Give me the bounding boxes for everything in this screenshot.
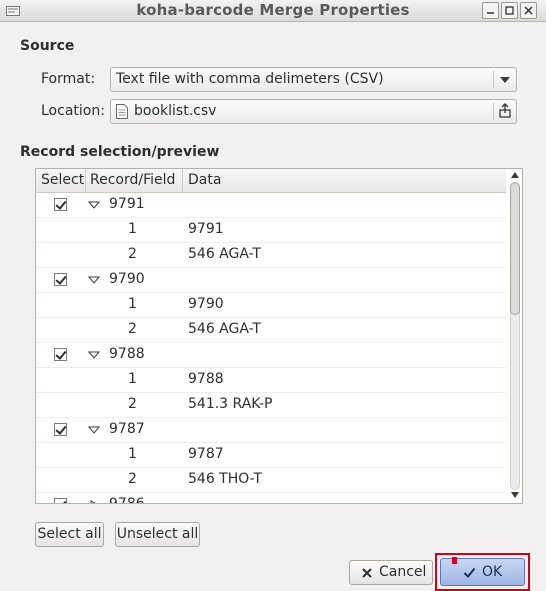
field-data: 9788 xyxy=(188,371,224,387)
select-checkbox[interactable] xyxy=(54,498,67,503)
unselect-all-button[interactable]: Unselect all xyxy=(115,522,200,547)
field-data: 9791 xyxy=(188,221,224,237)
highlight-marker xyxy=(452,557,457,564)
field-data: 9790 xyxy=(188,296,224,312)
record-id: 9790 xyxy=(109,271,145,287)
ok-label: OK xyxy=(482,564,503,580)
location-label: Location: xyxy=(41,103,105,119)
tree-field-row[interactable]: 2 546 THO-T xyxy=(36,468,506,493)
tree-field-row[interactable]: 2 541.3 RAK-P xyxy=(36,393,506,418)
select-checkbox[interactable] xyxy=(54,273,67,286)
scroll-up-icon[interactable] xyxy=(510,171,520,179)
tree-record-row[interactable]: 9786 xyxy=(36,493,506,504)
close-icon xyxy=(524,6,533,15)
field-number: 1 xyxy=(128,446,137,462)
open-file-icon[interactable] xyxy=(494,100,516,123)
tree-header: Select Record/Field Data xyxy=(36,169,506,193)
tree-field-row[interactable]: 2 546 AGA-T xyxy=(36,243,506,268)
collapse-triangle-icon[interactable] xyxy=(88,350,100,360)
format-dropdown[interactable]: Text file with comma delimeters (CSV) xyxy=(110,67,517,92)
location-value: booklist.csv xyxy=(134,103,217,119)
record-tree-view[interactable]: Select Record/Field Data 9791 1 9791 2 546 A… xyxy=(35,168,523,504)
column-record-field[interactable]: Record/Field xyxy=(90,172,175,188)
window-title: koha-barcode Merge Properties xyxy=(136,1,410,19)
tree-record-row[interactable]: 9790 xyxy=(36,268,506,293)
field-number: 2 xyxy=(128,321,137,337)
location-file-chooser[interactable]: booklist.csv xyxy=(110,99,517,124)
tree-field-row[interactable]: 1 9788 xyxy=(36,368,506,393)
expand-triangle-icon[interactable] xyxy=(88,500,100,504)
column-divider xyxy=(182,169,183,192)
record-id: 9786 xyxy=(109,496,145,504)
cancel-button[interactable]: Cancel xyxy=(349,560,433,585)
title-bar[interactable]: koha-barcode Merge Properties xyxy=(0,0,546,22)
maximize-button[interactable] xyxy=(501,2,518,19)
cancel-label: Cancel xyxy=(379,564,427,580)
select-checkbox[interactable] xyxy=(54,348,67,361)
format-value: Text file with comma delimeters (CSV) xyxy=(116,71,384,87)
minimize-button[interactable] xyxy=(482,2,499,19)
collapse-triangle-icon[interactable] xyxy=(88,275,100,285)
select-all-button[interactable]: Select all xyxy=(35,522,104,547)
column-divider xyxy=(85,169,86,192)
field-data: 546 THO-T xyxy=(188,471,262,487)
preview-section-title: Record selection/preview xyxy=(20,144,220,160)
field-data: 9787 xyxy=(188,446,224,462)
column-select[interactable]: Select xyxy=(41,172,84,188)
field-number: 1 xyxy=(128,371,137,387)
maximize-icon xyxy=(505,6,514,15)
tree-field-row[interactable]: 1 9791 xyxy=(36,218,506,243)
field-number: 2 xyxy=(128,246,137,262)
field-data: 541.3 RAK-P xyxy=(188,396,273,412)
minimize-icon xyxy=(487,12,494,14)
tree-field-row[interactable]: 1 9787 xyxy=(36,443,506,468)
field-number: 1 xyxy=(128,296,137,312)
file-icon xyxy=(116,104,128,119)
format-label: Format: xyxy=(41,71,96,87)
tree-rows: 9791 1 9791 2 546 AGA-T 9790 1 9790 2 546 AGA-T 97… xyxy=(36,193,506,504)
scrollbar-thumb[interactable] xyxy=(510,182,520,315)
check-icon xyxy=(463,567,476,578)
tree-scrollbar[interactable] xyxy=(507,170,522,502)
record-id: 9791 xyxy=(109,196,145,212)
field-number: 2 xyxy=(128,471,137,487)
field-data: 546 AGA-T xyxy=(188,321,261,337)
record-id: 9788 xyxy=(109,346,145,362)
close-icon xyxy=(362,568,372,578)
collapse-triangle-icon[interactable] xyxy=(88,425,100,435)
field-data: 546 AGA-T xyxy=(188,246,261,262)
chevron-down-icon xyxy=(500,77,510,83)
select-checkbox[interactable] xyxy=(54,423,67,436)
tree-field-row[interactable]: 2 546 AGA-T xyxy=(36,318,506,343)
field-number: 2 xyxy=(128,396,137,412)
scroll-down-icon[interactable] xyxy=(510,491,520,499)
tree-record-row[interactable]: 9791 xyxy=(36,193,506,218)
record-id: 9787 xyxy=(109,421,145,437)
select-checkbox[interactable] xyxy=(54,198,67,211)
collapse-triangle-icon[interactable] xyxy=(88,200,100,210)
column-data[interactable]: Data xyxy=(188,172,221,188)
tree-record-row[interactable]: 9787 xyxy=(36,418,506,443)
field-number: 1 xyxy=(128,221,137,237)
tree-field-row[interactable]: 1 9790 xyxy=(36,293,506,318)
close-window-button[interactable] xyxy=(520,2,537,19)
tree-record-row[interactable]: 9788 xyxy=(36,343,506,368)
source-section-title: Source xyxy=(20,38,75,54)
